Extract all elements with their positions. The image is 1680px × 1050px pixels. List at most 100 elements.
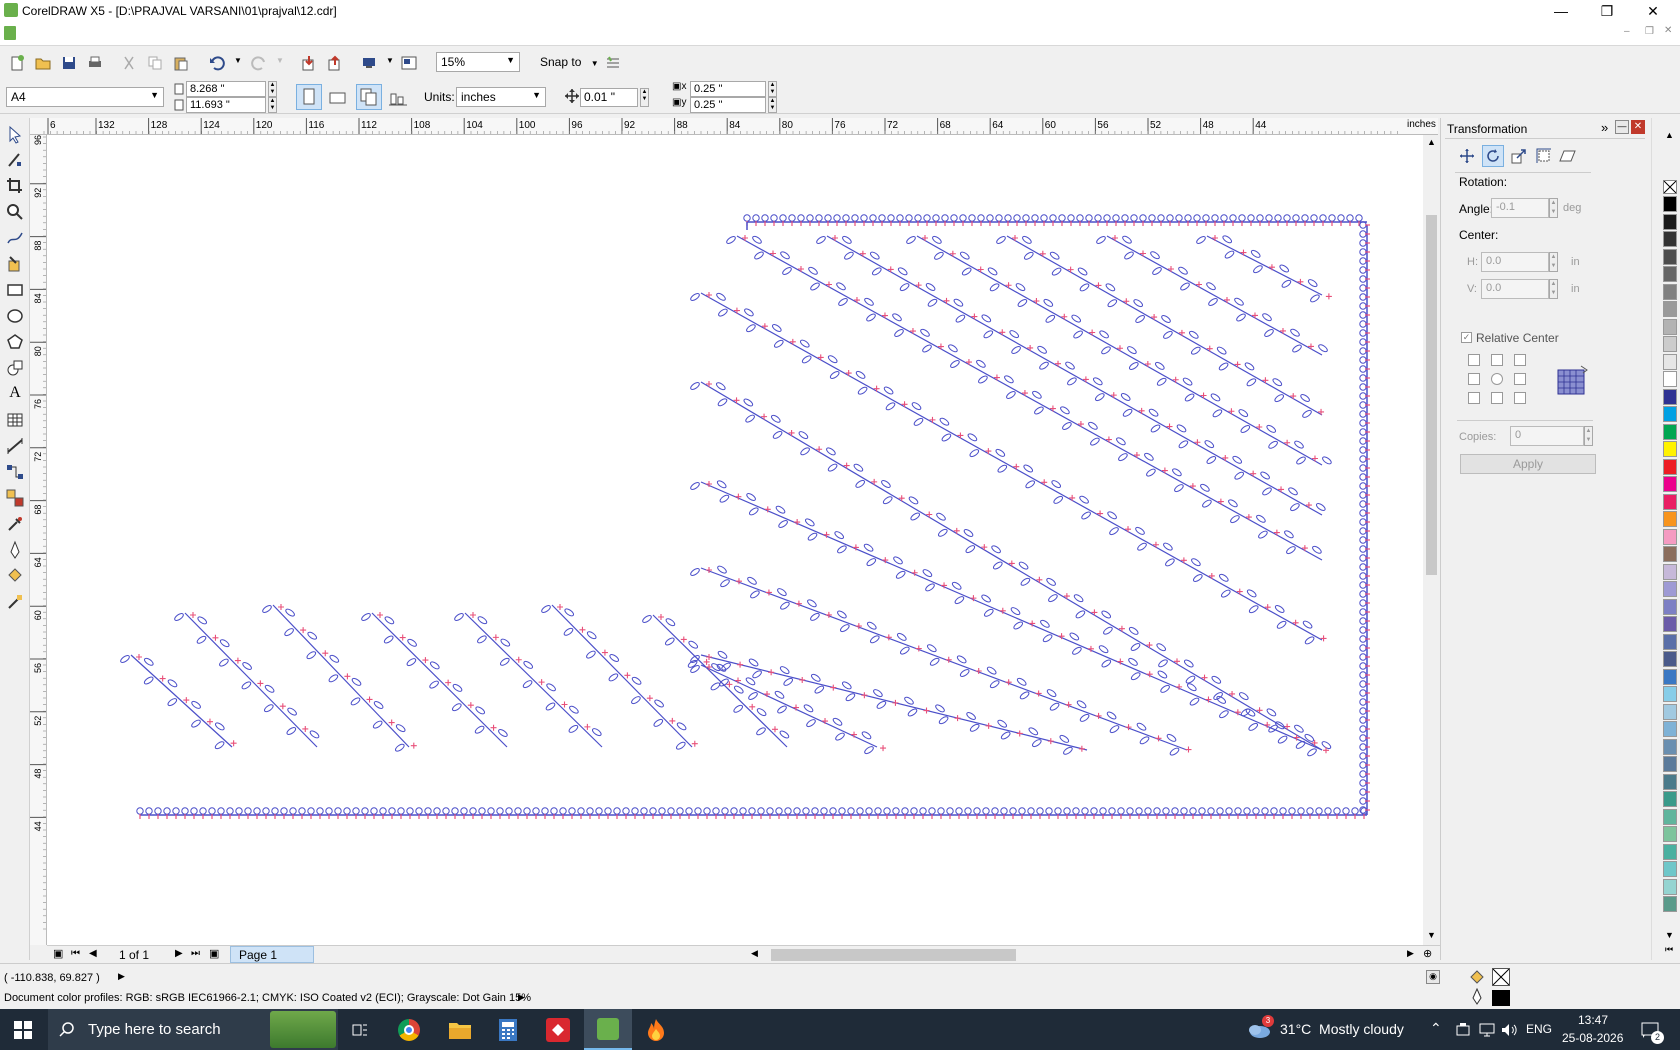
all-pages-button[interactable] (356, 84, 382, 110)
windows-start-icon[interactable] (14, 1021, 32, 1039)
palette-swatch[interactable] (1663, 563, 1677, 580)
palette-swatch[interactable] (1663, 703, 1677, 720)
application-launcher-icon[interactable] (360, 54, 378, 72)
palette-swatch[interactable] (1663, 773, 1677, 790)
ellipse-tool-icon[interactable] (5, 306, 25, 326)
export-icon[interactable] (326, 54, 344, 72)
close-icon[interactable]: ✕ (1630, 0, 1676, 22)
page-height-stepper[interactable]: ▲ ▼ (268, 97, 277, 113)
units-combo[interactable]: inches ▼ (456, 87, 546, 107)
palette-swatch[interactable] (1663, 668, 1677, 685)
palette-swatch[interactable] (1663, 266, 1677, 282)
copies-input[interactable]: 0 (1510, 426, 1584, 446)
anchor-bottom-left[interactable] (1468, 392, 1480, 404)
rectangle-tool-icon[interactable] (5, 280, 25, 300)
palette-scroll-up-icon[interactable]: ▲ (1665, 130, 1674, 140)
freehand-tool-icon[interactable] (5, 228, 25, 248)
welcome-screen-icon[interactable] (400, 54, 418, 72)
current-page-icon[interactable] (386, 86, 410, 110)
undo-icon[interactable] (208, 54, 226, 72)
center-v-stepper[interactable]: ▲ ▼ (1549, 279, 1558, 299)
network-icon[interactable] (1478, 1021, 1496, 1039)
no-color-swatch[interactable] (1663, 180, 1677, 194)
doc-minimize-icon[interactable]: – (1624, 26, 1630, 37)
palette-swatch[interactable] (1663, 336, 1677, 352)
anchor-top-left[interactable] (1468, 354, 1480, 366)
anchor-bottom-center[interactable] (1491, 392, 1503, 404)
copies-stepper[interactable]: ▲ ▼ (1584, 426, 1593, 446)
anchor-top-right[interactable] (1514, 354, 1526, 366)
outline-pen-icon[interactable] (5, 540, 25, 560)
palette-swatch[interactable] (1663, 791, 1677, 807)
page-size-combo[interactable]: A4 ▼ (6, 87, 164, 107)
zoom-level-combo[interactable]: 15% ▼ (436, 52, 520, 72)
horizontal-scroll-thumb[interactable] (771, 949, 1016, 961)
paste-icon[interactable] (172, 54, 190, 72)
anchor-middle-left[interactable] (1468, 373, 1480, 385)
restore-icon[interactable]: ❐ (1584, 0, 1630, 22)
angle-input[interactable]: -0.1 (1491, 198, 1549, 218)
angle-stepper[interactable]: ▲ ▼ (1549, 198, 1558, 218)
task-view-icon[interactable] (350, 1020, 370, 1040)
color-profiles-text[interactable]: Document color profiles: RGB: sRGB IEC61… (4, 992, 531, 1004)
palette-swatch[interactable] (1663, 353, 1677, 370)
redo-dropdown-icon[interactable]: ▼ (276, 56, 284, 65)
next-page-icon[interactable]: ▶ (175, 948, 183, 959)
blend-tool-icon[interactable] (5, 488, 25, 508)
new-document-icon[interactable] (8, 54, 26, 72)
palette-swatch[interactable] (1663, 283, 1677, 300)
fill-tool-icon[interactable] (5, 566, 25, 586)
snap-to-button[interactable]: Snap to ▼ (540, 55, 599, 69)
page-tab[interactable]: Page 1 (230, 946, 314, 963)
file-explorer-icon[interactable] (448, 1019, 472, 1041)
smart-fill-icon[interactable] (5, 254, 25, 274)
palette-swatch[interactable] (1663, 686, 1677, 702)
palette-swatch[interactable] (1663, 598, 1677, 615)
scroll-up-icon[interactable]: ▲ (1427, 137, 1436, 147)
palette-swatch[interactable] (1663, 441, 1677, 457)
anydesk-icon[interactable] (546, 1018, 570, 1042)
interactive-fill-icon[interactable] (5, 592, 25, 612)
vertical-ruler[interactable]: 96 92 88 84 80 76 72 68 64 60 56 52 48 44 (30, 135, 47, 945)
duplicate-x-stepper[interactable]: ▲ ▼ (768, 81, 777, 97)
first-page-icon[interactable]: ⏮ (71, 948, 80, 959)
add-page-before-icon[interactable]: ▣ (53, 947, 63, 960)
options-icon[interactable] (604, 54, 622, 72)
palette-swatch[interactable] (1663, 493, 1677, 510)
docker-minimize-icon[interactable]: — (1615, 120, 1629, 134)
volume-icon[interactable] (1500, 1021, 1518, 1039)
vertical-scroll-thumb[interactable] (1426, 215, 1437, 575)
relative-center-checkbox[interactable]: ✓ (1461, 332, 1472, 343)
coreldraw-taskbar-item[interactable] (584, 1009, 632, 1050)
nudge-distance-stepper[interactable]: ▲ ▼ (640, 88, 649, 107)
redo-icon[interactable] (250, 54, 268, 72)
palette-swatch[interactable] (1663, 476, 1677, 492)
palette-swatch[interactable] (1663, 248, 1677, 265)
palette-swatch[interactable] (1663, 826, 1677, 842)
doc-close-icon[interactable]: ✕ (1664, 25, 1672, 36)
duplicate-distance-y-input[interactable]: 0.25 " (690, 97, 766, 113)
anchor-top-center[interactable] (1491, 354, 1503, 366)
palette-scroll-down-icon[interactable]: ▼ (1665, 930, 1674, 940)
page-width-input[interactable]: 8.268 " (186, 81, 266, 97)
palette-flyout-icon[interactable]: ⏮ (1665, 944, 1673, 955)
document-icon[interactable] (4, 26, 16, 40)
palette-swatch[interactable] (1663, 406, 1677, 422)
scale-mirror-tab[interactable] (1509, 146, 1529, 166)
palette-swatch[interactable] (1663, 738, 1677, 755)
weather-text[interactable]: 31°C Mostly cloudy (1280, 1021, 1404, 1037)
center-v-input[interactable]: 0.0 (1481, 279, 1549, 299)
navigator-zoom-icon[interactable]: ⊕ (1423, 947, 1432, 960)
palette-swatch[interactable] (1663, 843, 1677, 860)
palette-swatch[interactable] (1663, 581, 1677, 597)
vertical-scrollbar[interactable]: ▲ ▼ (1423, 135, 1440, 945)
crop-tool-icon[interactable] (5, 176, 25, 196)
language-indicator[interactable]: ENG (1526, 1022, 1552, 1036)
size-tab[interactable] (1534, 146, 1554, 166)
palette-swatch[interactable] (1663, 756, 1677, 772)
position-tab[interactable] (1457, 146, 1477, 166)
anchor-center[interactable] (1491, 373, 1503, 385)
taskbar-search-box[interactable]: Type here to search (48, 1009, 338, 1050)
palette-swatch[interactable] (1663, 721, 1677, 737)
portrait-button[interactable] (296, 84, 322, 110)
